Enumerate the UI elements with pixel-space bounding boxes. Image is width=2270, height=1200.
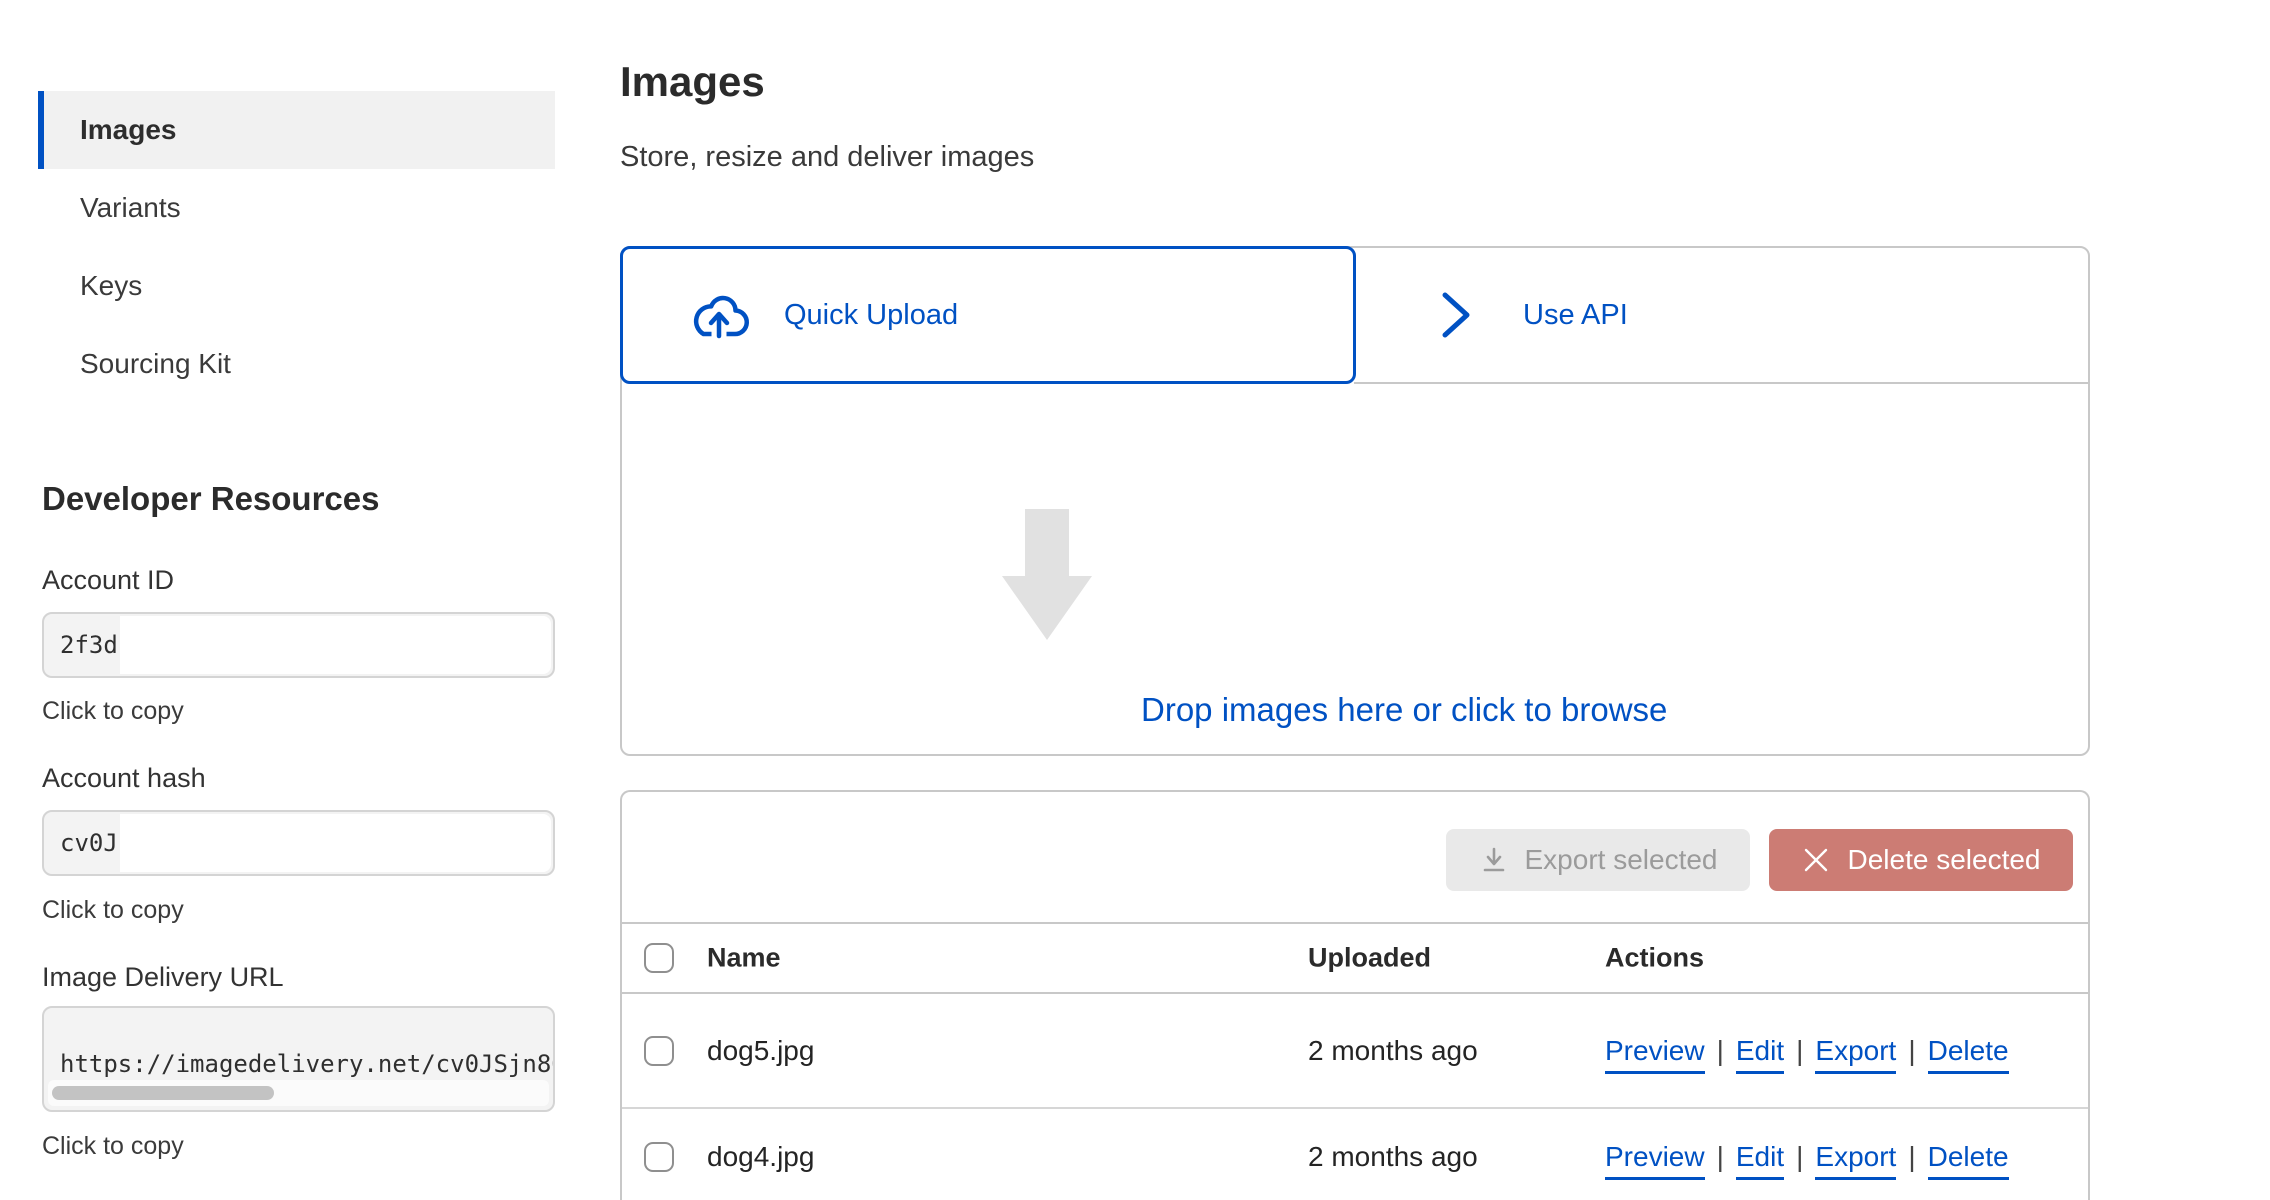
row-checkbox[interactable] [644, 1142, 674, 1172]
table-header-row: Name Uploaded Actions [622, 924, 2088, 994]
file-name: dog5.jpg [707, 1035, 814, 1067]
tabbar-divider [1354, 382, 2088, 384]
dropzone-text: Drop images here or click to browse [1141, 691, 1667, 729]
action-separator: | [1717, 1035, 1724, 1066]
row-checkbox[interactable] [644, 1036, 674, 1066]
delete-link[interactable]: Delete [1928, 1035, 2009, 1074]
upload-widget: Quick Upload Use API Drop images here or… [620, 246, 2090, 756]
row-actions: Preview|Edit|Export|Delete [1605, 1141, 2009, 1173]
sidebar-item-label: Variants [80, 192, 181, 224]
delivery-url-copy-hint: Click to copy [42, 1132, 184, 1161]
file-name: dog4.jpg [707, 1141, 814, 1173]
preview-link[interactable]: Preview [1605, 1035, 1705, 1074]
column-header-uploaded: Uploaded [1308, 943, 1431, 974]
edit-link[interactable]: Edit [1736, 1141, 1784, 1180]
sidebar-nav: Images Variants Keys Sourcing Kit [38, 91, 555, 403]
page-subtitle: Store, resize and deliver images [620, 141, 1034, 174]
column-header-actions: Actions [1605, 943, 1704, 974]
sidebar-item-variants[interactable]: Variants [38, 169, 555, 247]
account-id-label: Account ID [42, 565, 174, 596]
edit-link[interactable]: Edit [1736, 1035, 1784, 1074]
button-label: Delete selected [1847, 844, 2040, 876]
developer-resources-heading: Developer Resources [42, 480, 380, 518]
delivery-url-label: Image Delivery URL [42, 962, 284, 993]
delivery-url-value: https://imagedelivery.net/cv0JSjn80 [60, 1050, 555, 1078]
sidebar-item-keys[interactable]: Keys [38, 247, 555, 325]
sidebar-item-images[interactable]: Images [38, 91, 555, 169]
image-dropzone[interactable]: Drop images here or click to browse [624, 386, 2086, 752]
account-hash-copy-hint: Click to copy [42, 896, 184, 925]
tab-use-api[interactable]: Use API [1356, 248, 2088, 382]
uploaded-time: 2 months ago [1308, 1141, 1478, 1173]
table-row: dog5.jpg 2 months ago Preview|Edit|Expor… [622, 994, 2088, 1109]
download-icon [1479, 845, 1509, 875]
redaction-overlay [120, 814, 551, 872]
redaction-overlay [120, 616, 551, 674]
x-icon [1801, 845, 1831, 875]
button-label: Export selected [1525, 844, 1718, 876]
action-separator: | [1796, 1035, 1803, 1066]
images-table-card: Export selected Delete selected Name Upl… [620, 790, 2090, 1200]
action-separator: | [1908, 1035, 1915, 1066]
cloud-upload-icon [686, 282, 752, 348]
export-link[interactable]: Export [1815, 1141, 1896, 1180]
account-hash-value: cv0J [60, 829, 118, 857]
horizontal-scrollbar [48, 1080, 549, 1106]
export-link[interactable]: Export [1815, 1035, 1896, 1074]
row-actions: Preview|Edit|Export|Delete [1605, 1035, 2009, 1067]
delete-selected-button[interactable]: Delete selected [1769, 829, 2073, 891]
sidebar-item-label: Sourcing Kit [80, 348, 231, 380]
account-hash-label: Account hash [42, 763, 206, 794]
table-toolbar: Export selected Delete selected [622, 792, 2088, 924]
account-id-value-box[interactable]: 2f3d [42, 612, 555, 678]
column-header-name: Name [707, 943, 781, 974]
tab-quick-upload[interactable]: Quick Upload [620, 246, 1356, 384]
account-id-value: 2f3d [60, 631, 118, 659]
page-title: Images [620, 58, 765, 106]
tab-label: Quick Upload [784, 299, 958, 332]
action-separator: | [1796, 1141, 1803, 1172]
delivery-url-value-box[interactable]: https://imagedelivery.net/cv0JSjn80 [42, 1006, 555, 1112]
chevron-right-icon [1439, 289, 1473, 341]
uploaded-time: 2 months ago [1308, 1035, 1478, 1067]
scrollbar-thumb[interactable] [52, 1086, 274, 1100]
tab-label: Use API [1523, 299, 1628, 332]
images-dashboard: Images Variants Keys Sourcing Kit Develo… [0, 0, 2270, 1200]
export-selected-button[interactable]: Export selected [1446, 829, 1750, 891]
account-id-copy-hint: Click to copy [42, 697, 184, 726]
action-separator: | [1908, 1141, 1915, 1172]
sidebar-item-label: Images [80, 114, 177, 146]
table-row: dog4.jpg 2 months ago Preview|Edit|Expor… [622, 1109, 2088, 1200]
action-separator: | [1717, 1141, 1724, 1172]
account-hash-value-box[interactable]: cv0J [42, 810, 555, 876]
sidebar-item-label: Keys [80, 270, 142, 302]
preview-link[interactable]: Preview [1605, 1141, 1705, 1180]
select-all-checkbox[interactable] [644, 943, 674, 973]
delete-link[interactable]: Delete [1928, 1141, 2009, 1180]
sidebar-item-sourcing-kit[interactable]: Sourcing Kit [38, 325, 555, 403]
